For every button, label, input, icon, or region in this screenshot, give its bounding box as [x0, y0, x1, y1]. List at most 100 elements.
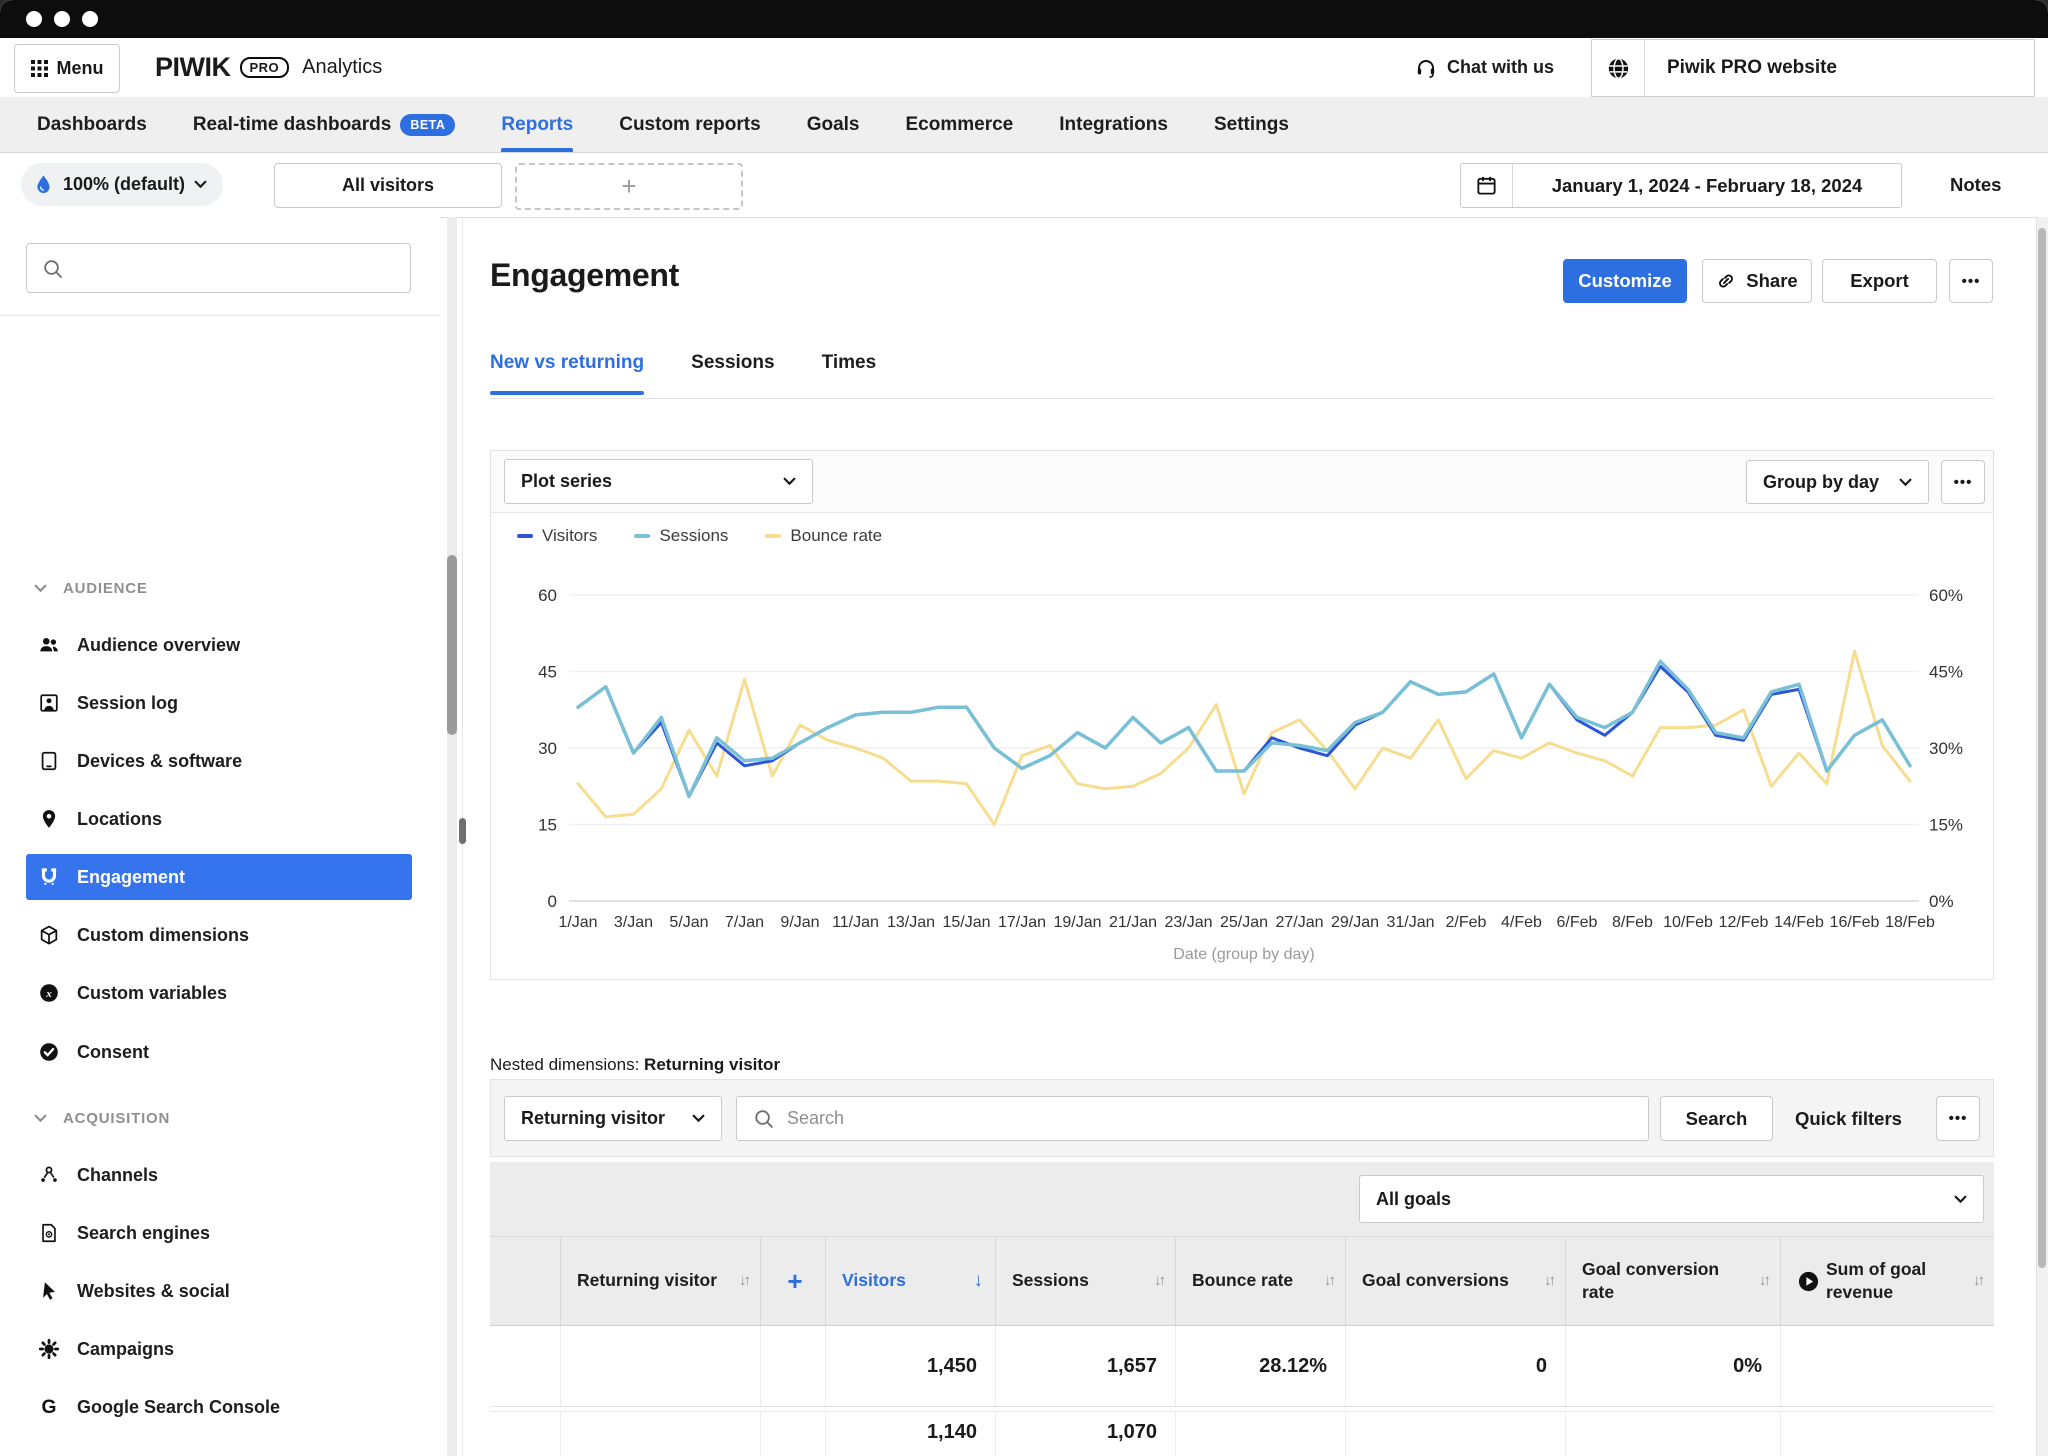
ellipsis-icon: ••• — [1954, 474, 1973, 491]
dimension-select[interactable]: Returning visitor — [504, 1096, 722, 1141]
sidebar-item-custom-dimensions[interactable]: Custom dimensions — [26, 912, 412, 958]
sidebar-item-custom-variables[interactable]: x Custom variables — [26, 970, 412, 1016]
quick-filters-button[interactable]: Quick filters — [1795, 1096, 1902, 1141]
svg-text:45: 45 — [538, 663, 557, 682]
add-column-button[interactable]: + — [760, 1237, 825, 1325]
column-goal-conversion-rate[interactable]: Goal conversion rate ↓↑ — [1565, 1237, 1780, 1325]
sort-icon[interactable]: ↓↑ — [1154, 1271, 1163, 1291]
website-selector[interactable]: Piwik PRO website — [1591, 39, 2035, 97]
table-header-row: Returning visitor ↓↑ + Visitors ↓ Sessio… — [490, 1236, 1994, 1326]
group-by-select[interactable]: Group by day — [1746, 460, 1929, 504]
nav-tab-reports[interactable]: Reports — [501, 97, 573, 152]
sidebar-item-locations[interactable]: Locations — [26, 796, 412, 842]
share-button[interactable]: Share — [1702, 259, 1812, 303]
sidebar-item-channels[interactable]: Channels — [26, 1152, 412, 1198]
plot-series-select[interactable]: Plot series — [504, 459, 813, 504]
sample-selector[interactable]: 100% (default) — [21, 163, 223, 206]
section-audience[interactable]: AUDIENCE — [34, 580, 148, 597]
sidebar-item-google-ads[interactable]: Google Ads — [26, 1443, 412, 1456]
sidebar-item-audience-overview[interactable]: Audience overview — [26, 622, 412, 668]
column-bounce-rate[interactable]: Bounce rate ↓↑ — [1175, 1237, 1345, 1325]
table-search-input[interactable] — [785, 1107, 1648, 1130]
map-pin-icon — [38, 808, 60, 830]
date-range-picker[interactable]: January 1, 2024 - February 18, 2024 — [1460, 163, 1902, 208]
column-goal-conversions[interactable]: Goal conversions ↓↑ — [1345, 1237, 1565, 1325]
sort-icon[interactable]: ↓↑ — [739, 1271, 748, 1291]
brand-logo: PIWIK PRO Analytics — [155, 38, 382, 97]
nav-tab-settings[interactable]: Settings — [1214, 97, 1289, 152]
svg-text:15: 15 — [538, 816, 557, 835]
notes-button[interactable]: Notes — [1950, 163, 2001, 206]
sidebar-scrollbar-track[interactable] — [447, 217, 457, 1456]
sort-desc-icon[interactable]: ↓ — [974, 1268, 984, 1293]
sidebar-item-search-engines[interactable]: Search engines — [26, 1210, 412, 1256]
table-row[interactable]: 1,450 1,657 28.12% 0 0% — [490, 1326, 1994, 1407]
column-sum-of-goal-revenue[interactable]: Sum of goal revenue ↓↑ — [1780, 1237, 1994, 1325]
brand-pro-badge: PRO — [240, 57, 290, 78]
nav-tab-goals[interactable]: Goals — [807, 97, 860, 152]
sidebar-search-input[interactable] — [26, 243, 411, 293]
table-search-field[interactable] — [736, 1096, 1649, 1141]
sidebar-item-campaigns[interactable]: Campaigns — [26, 1326, 412, 1372]
sort-icon[interactable]: ↓↑ — [1759, 1271, 1768, 1291]
sidebar-scrollbar-thumb[interactable] — [447, 555, 457, 735]
chart-more-button[interactable]: ••• — [1941, 460, 1985, 504]
all-goals-select[interactable]: All goals — [1359, 1175, 1984, 1223]
table-row[interactable]: 1,140 1,070 — [490, 1411, 1994, 1456]
export-button[interactable]: Export — [1822, 259, 1937, 303]
cell-expander[interactable] — [490, 1412, 560, 1456]
window-zoom-button[interactable] — [82, 11, 98, 27]
nav-tab-realtime-dashboards[interactable]: Real-time dashboardsBETA — [193, 97, 456, 152]
tab-times[interactable]: Times — [822, 352, 877, 395]
sidebar-item-consent[interactable]: Consent — [26, 1029, 412, 1075]
menu-button[interactable]: Menu — [14, 44, 120, 93]
sort-icon[interactable]: ↓↑ — [1544, 1271, 1553, 1291]
add-segment-button[interactable]: + — [515, 163, 743, 210]
more-actions-button[interactable]: ••• — [1949, 259, 1993, 303]
cell-sessions: 1,070 — [995, 1412, 1175, 1456]
sidebar-item-google-search-console[interactable]: G Google Search Console — [26, 1384, 412, 1430]
chevron-down-icon — [34, 584, 47, 593]
cell-expander[interactable] — [490, 1326, 560, 1406]
sort-icon[interactable]: ↓↑ — [1324, 1271, 1333, 1291]
beta-badge: BETA — [400, 114, 455, 136]
column-sessions[interactable]: Sessions ↓↑ — [995, 1237, 1175, 1325]
report-tabs: New vs returning Sessions Times — [490, 352, 876, 395]
sort-icon[interactable]: ↓↑ — [1973, 1271, 1982, 1291]
sidebar-item-devices-software[interactable]: Devices & software — [26, 738, 412, 784]
window-scrollbar-thumb[interactable] — [2038, 228, 2046, 1268]
svg-text:1/Jan: 1/Jan — [558, 914, 597, 931]
engagement-line-chart[interactable]: 00%1515%3030%4545%6060%1/Jan3/Jan5/Jan7/… — [491, 519, 1993, 971]
svg-text:31/Jan: 31/Jan — [1386, 914, 1434, 931]
table-more-button[interactable]: ••• — [1936, 1096, 1980, 1141]
panel-resize-handle[interactable] — [459, 818, 466, 844]
google-g-icon: G — [38, 1396, 60, 1418]
nav-tab-dashboards[interactable]: Dashboards — [37, 97, 147, 152]
menu-label: Menu — [57, 58, 104, 79]
svg-text:23/Jan: 23/Jan — [1164, 914, 1212, 931]
tab-new-vs-returning[interactable]: New vs returning — [490, 352, 644, 395]
tab-sessions[interactable]: Sessions — [691, 352, 774, 395]
column-returning-visitor[interactable]: Returning visitor ↓↑ — [560, 1237, 760, 1325]
all-visitors-segment-button[interactable]: All visitors — [274, 163, 502, 208]
nav-tab-ecommerce[interactable]: Ecommerce — [906, 97, 1014, 152]
magnet-icon — [38, 866, 60, 888]
nav-tab-custom-reports[interactable]: Custom reports — [619, 97, 760, 152]
report-sidebar: AUDIENCE Audience overview Session log D… — [0, 217, 440, 1456]
network-icon — [38, 1164, 60, 1186]
sidebar-item-session-log[interactable]: Session log — [26, 680, 412, 726]
svg-text:60: 60 — [538, 586, 557, 605]
window-close-button[interactable] — [26, 11, 42, 27]
column-visitors[interactable]: Visitors ↓ — [825, 1237, 995, 1325]
svg-text:25/Jan: 25/Jan — [1220, 914, 1268, 931]
search-button[interactable]: Search — [1660, 1096, 1773, 1141]
sidebar-item-engagement[interactable]: Engagement — [26, 854, 412, 900]
nav-tab-integrations[interactable]: Integrations — [1059, 97, 1168, 152]
sidebar-item-websites-social[interactable]: Websites & social — [26, 1268, 412, 1314]
customize-button[interactable]: Customize — [1563, 259, 1687, 303]
window-minimize-button[interactable] — [54, 11, 70, 27]
chat-with-us-button[interactable]: Chat with us — [1414, 38, 1554, 97]
section-acquisition[interactable]: ACQUISITION — [34, 1110, 170, 1127]
variable-circle-icon: x — [38, 982, 60, 1004]
svg-text:18/Feb: 18/Feb — [1885, 914, 1935, 931]
